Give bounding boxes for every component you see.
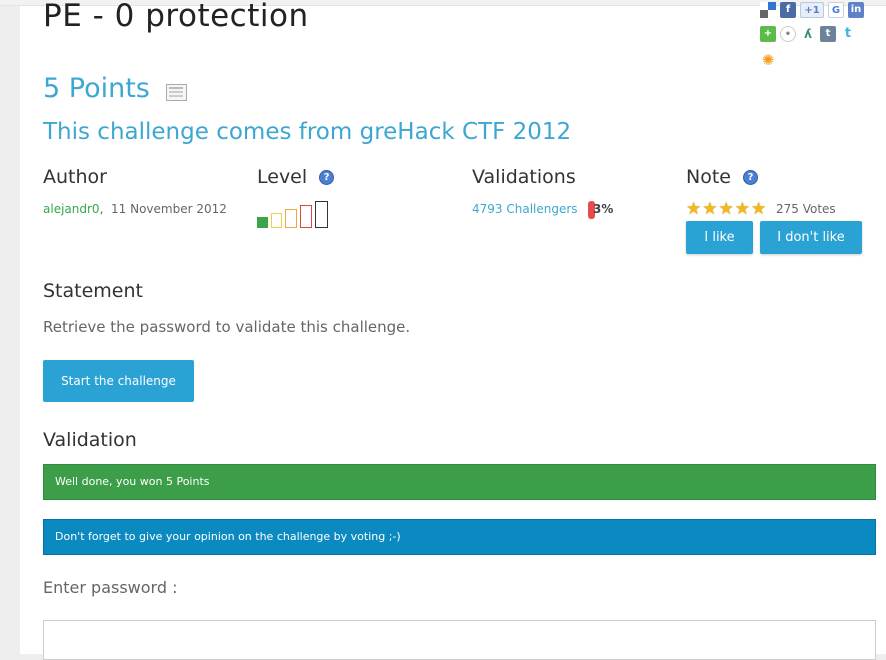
google-icon[interactable]: G [828,2,844,18]
dislike-button[interactable]: I don't like [760,221,862,254]
start-challenge-button[interactable]: Start the challenge [43,360,194,402]
star-icon[interactable]: ★ [735,201,750,218]
certificate-icon[interactable] [165,84,187,101]
statement-heading: Statement [43,280,143,302]
challengers-link[interactable]: 4793 Challengers [472,202,578,216]
level-indicator [257,201,337,228]
validation-heading: Validation [43,429,137,451]
note-heading: Note ? [686,166,758,188]
note-heading-label: Note [686,166,731,188]
validation-percent: 3% [593,202,614,216]
validations-heading-label: Validations [472,166,576,188]
facebook-icon[interactable]: f [780,2,796,18]
share-row-2: + • ʎ t t [760,26,856,42]
level-heading-label: Level [257,166,308,188]
level-bar-1 [257,217,268,228]
delicious-icon[interactable] [760,2,776,18]
add-more-icon[interactable]: + [760,26,776,42]
star-icon[interactable]: ★ [702,201,717,218]
note-help-icon[interactable]: ? [742,169,758,185]
info-alert: Don't forget to give your opinion on the… [43,519,876,555]
level-bar-2 [271,213,282,228]
level-heading: Level ? [257,166,335,188]
challenge-title: PE - 0 protection [43,0,309,34]
author-date: 11 November 2012 [111,202,227,216]
challenge-origin: This challenge comes from greHack CTF 20… [43,119,572,145]
star-icon[interactable]: ★ [751,201,766,218]
star-icon[interactable]: ★ [719,201,734,218]
twitter-icon[interactable]: t [840,26,856,42]
reddit-icon[interactable]: • [780,26,796,42]
password-input[interactable] [43,620,876,660]
google-plus-icon[interactable]: +1 [800,2,824,18]
linkedin-icon[interactable]: in [848,2,864,18]
success-alert: Well done, you won 5 Points [43,464,876,500]
author-info: alejandr0, 11 November 2012 [43,202,227,216]
validations-heading: Validations [472,166,576,188]
share-row-1: f +1 G in [760,2,864,18]
star-icon[interactable]: ★ [686,201,701,218]
statement-text: Retrieve the password to validate this c… [43,318,411,336]
points-heading: 5 Points [43,73,187,104]
level-bar-3 [285,209,297,228]
like-button[interactable]: I like [686,221,753,254]
level-bar-5 [315,201,328,228]
author-link[interactable]: alejandr0 [43,202,100,216]
level-help-icon[interactable]: ? [319,169,335,185]
author-separator: , [99,202,112,216]
password-label: Enter password : [43,578,178,597]
author-heading-label: Author [43,166,107,188]
netvibes-icon[interactable]: ✺ [760,52,776,68]
tumblr-icon[interactable]: t [820,26,836,42]
stumbleupon-icon[interactable]: ʎ [800,26,816,42]
author-heading: Author [43,166,107,188]
level-bar-4 [300,205,312,228]
votes-count: 275 Votes [776,202,836,216]
points-value: 5 Points [43,73,150,104]
share-row-3: ✺ [760,52,776,68]
rating-stars: ★ ★ ★ ★ ★ [686,201,766,218]
